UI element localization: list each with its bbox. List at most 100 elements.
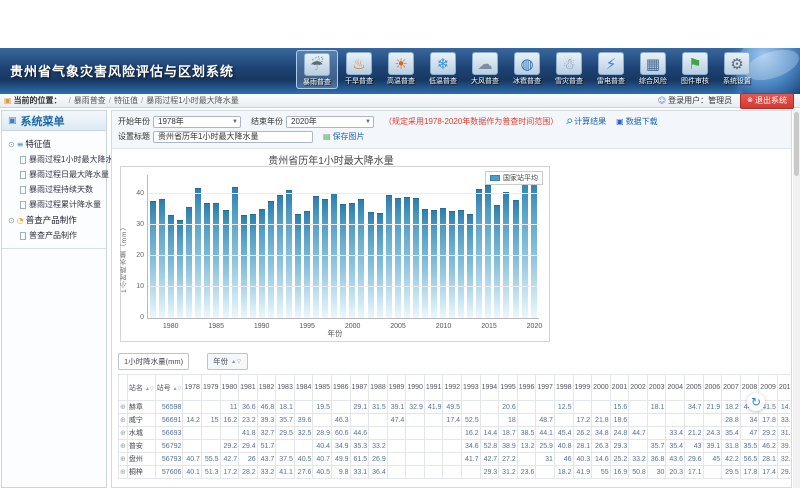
value-cell: 39.3	[257, 414, 276, 427]
tree-group-特征值[interactable]: ⊙≡特征值	[4, 136, 104, 152]
tree-item-暴雨过程日最大降水量[interactable]: 暴雨过程日最大降水量	[4, 167, 104, 182]
year-header-2006[interactable]: 2006	[703, 375, 722, 401]
year-header-1986[interactable]: 1986	[332, 375, 351, 401]
year-header-2005[interactable]: 2005	[684, 375, 703, 401]
end-year-select[interactable]: 2020年 ▼	[286, 116, 374, 128]
year-header-1979[interactable]: 1979	[201, 375, 220, 401]
value-cell: 49.5	[443, 401, 462, 414]
year-header-1989[interactable]: 1989	[387, 375, 406, 401]
value-cell: 55	[592, 466, 611, 479]
year-header-1988[interactable]: 1988	[369, 375, 388, 401]
year-header-1996[interactable]: 1996	[517, 375, 536, 401]
breadcrumb-item-3[interactable]: 暴雨过程1小时最大降水量	[146, 95, 238, 106]
product-icon: ◔	[17, 216, 24, 225]
row-expand-icon[interactable]: ⊕	[119, 414, 128, 427]
year-header-2003[interactable]: 2003	[647, 375, 666, 401]
year-header-2010[interactable]: 2010	[777, 375, 790, 401]
row-expand-icon[interactable]: ⊕	[119, 453, 128, 466]
value-cell: 34.9	[332, 440, 351, 453]
bar-1992	[277, 195, 283, 318]
year-header-1981[interactable]: 1981	[239, 375, 258, 401]
table-zone: 1小时降水量(mm) 年份 ▲▽ 站名 ▲▽站号 ▲▽1978197919801…	[112, 349, 791, 479]
year-header-1983[interactable]: 1983	[276, 375, 295, 401]
row-expand-icon[interactable]: ⊕	[119, 427, 128, 440]
value-cell: 18.6	[610, 414, 629, 427]
logout-button[interactable]: ⊗ 退出系统	[740, 93, 794, 109]
year-header-2004[interactable]: 2004	[666, 375, 685, 401]
station-name-header[interactable]: 站名 ▲▽	[127, 375, 155, 401]
toolbar-item-高温普查[interactable]: ☀高温普查	[380, 50, 422, 89]
bar-1996	[313, 196, 319, 318]
year-header-2001[interactable]: 2001	[610, 375, 629, 401]
year-header-1997[interactable]: 1997	[536, 375, 555, 401]
bar-1978	[150, 201, 156, 318]
value-cell: 18.1	[276, 401, 295, 414]
tree-group-普查产品制作[interactable]: ⊙◔普查产品制作	[4, 212, 104, 228]
tree-item-暴雨过程累计降水量[interactable]: 暴雨过程累计降水量	[4, 197, 104, 212]
toolbar-item-干旱普查[interactable]: ♨干旱普查	[338, 50, 380, 89]
year-header-2002[interactable]: 2002	[629, 375, 648, 401]
toolbar-item-暴雨普查[interactable]: ☔暴雨普查	[296, 50, 338, 89]
value-cell: 34.7	[684, 401, 703, 414]
year-header-1980[interactable]: 1980	[220, 375, 239, 401]
breadcrumb-item-2[interactable]: 特征值	[114, 95, 138, 106]
tree-toggle-icon[interactable]: ⊙	[8, 140, 15, 149]
value-cell: 45.4	[554, 427, 573, 440]
year-header-2007[interactable]: 2007	[722, 375, 741, 401]
year-header-1994[interactable]: 1994	[480, 375, 499, 401]
toolbar-item-雷电普查[interactable]: ⚡雷电普查	[590, 50, 632, 89]
start-year-select[interactable]: 1978年 ▼	[153, 116, 241, 128]
row-expand-icon[interactable]: ⊕	[119, 440, 128, 453]
year-header-1990[interactable]: 1990	[406, 375, 425, 401]
scrollbar-thumb[interactable]	[794, 112, 799, 176]
year-header-1982[interactable]: 1982	[257, 375, 276, 401]
year-header-1987[interactable]: 1987	[350, 375, 369, 401]
year-header-1992[interactable]: 1992	[443, 375, 462, 401]
value-cell	[387, 440, 406, 453]
year-header-1999[interactable]: 1999	[573, 375, 592, 401]
toolbar-item-系统设置[interactable]: ⚙系统设置	[716, 50, 758, 89]
year-header-1978[interactable]: 1978	[183, 375, 202, 401]
value-cell: 43	[684, 440, 703, 453]
value-cell: 16.2	[462, 427, 481, 440]
toolbar-item-大风普查[interactable]: ☁大风普查	[464, 50, 506, 89]
calc-result-button[interactable]: ⚲ 计算结果	[566, 116, 606, 127]
row-expand-icon[interactable]: ⊕	[119, 401, 128, 414]
chart-title-input[interactable]: 贵州省历年1小时最大降水量	[153, 131, 313, 143]
station-id-header[interactable]: 站号 ▲▽	[155, 375, 183, 401]
tree-toggle-icon[interactable]: ⊙	[8, 216, 15, 225]
value-cell	[332, 401, 351, 414]
chart-x-axis-label: 年份	[121, 328, 549, 339]
breadcrumb-item-1[interactable]: 暴雨普查	[74, 95, 106, 106]
toolbar-item-雪灾普查[interactable]: ☃雪灾普查	[548, 50, 590, 89]
year-header-1985[interactable]: 1985	[313, 375, 332, 401]
toolbar-item-综合风险[interactable]: ▦综合风险	[632, 50, 674, 89]
value-cell: 29.4	[239, 440, 258, 453]
value-cell	[406, 466, 425, 479]
row-expand-icon[interactable]: ⊕	[119, 466, 128, 479]
vertical-scrollbar[interactable]	[793, 110, 800, 488]
toolbar-item-图件审核[interactable]: ⚑图件审核	[674, 50, 716, 89]
year-header-1998[interactable]: 1998	[554, 375, 573, 401]
tree-item-暴雨过程1小时最大降水量[interactable]: 暴雨过程1小时最大降水量	[4, 152, 104, 167]
document-icon	[20, 232, 26, 240]
bar-2001	[358, 199, 364, 318]
data-download-button[interactable]: ▣ 数据下载	[616, 116, 658, 127]
value-cell: 16.9	[610, 466, 629, 479]
tree-item-普查产品制作[interactable]: 普查产品制作	[4, 228, 104, 243]
table-row: ⊕盘州5679340.755.542.72643.737.540.540.749…	[119, 453, 791, 466]
top-banner: 贵州省气象灾害风险评估与区划系统 ☔暴雨普查♨干旱普查☀高温普查❄低温普查☁大风…	[0, 48, 800, 94]
year-header-1991[interactable]: 1991	[424, 375, 443, 401]
tree-item-暴雨过程持续天数[interactable]: 暴雨过程持续天数	[4, 182, 104, 197]
year-header-1993[interactable]: 1993	[462, 375, 481, 401]
save-image-button[interactable]: ▤ 保存图片	[323, 131, 365, 142]
toolbar-item-低温普查[interactable]: ❄低温普查	[422, 50, 464, 89]
year-header-1995[interactable]: 1995	[499, 375, 518, 401]
year-header-2000[interactable]: 2000	[592, 375, 611, 401]
value-cell: 41.9	[573, 466, 592, 479]
year-sort-control[interactable]: 年份 ▲▽	[207, 353, 248, 370]
year-header-1984[interactable]: 1984	[294, 375, 313, 401]
toolbar-item-冰雹普查[interactable]: ◍冰雹普查	[506, 50, 548, 89]
refresh-icon[interactable]: ↻	[747, 393, 765, 411]
value-cell: 39.1	[703, 440, 722, 453]
